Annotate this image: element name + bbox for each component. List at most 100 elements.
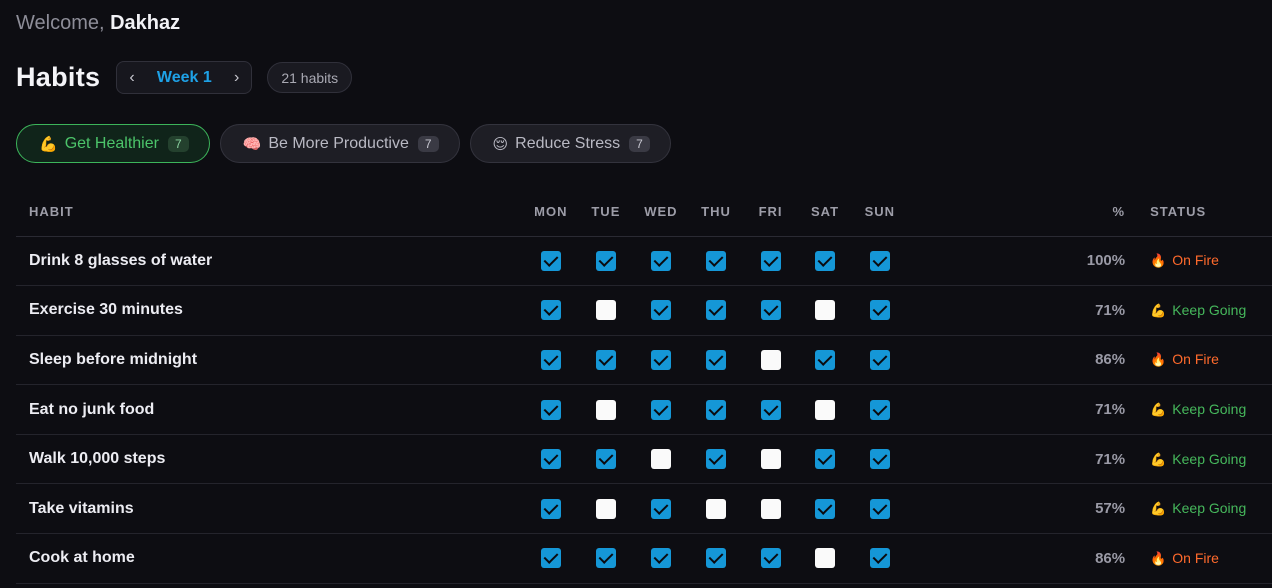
checkbox-wed[interactable] [650, 548, 671, 569]
day-cell-mon [523, 285, 579, 336]
category-tab-be-more-productive[interactable]: 🧠 Be More Productive 7 [219, 124, 460, 163]
checkbox-mon[interactable] [540, 399, 561, 420]
status-label: On Fire [1172, 252, 1219, 269]
checkbox-wed[interactable] [650, 449, 671, 470]
checkbox-fri[interactable] [760, 399, 781, 420]
checkbox-wed[interactable] [650, 399, 671, 420]
checkbox-thu[interactable] [705, 498, 726, 519]
habit-name: Walk 10,000 steps [16, 434, 524, 485]
checkbox-sat[interactable] [815, 349, 836, 370]
checkbox-sat[interactable] [815, 548, 836, 569]
checkbox-tue[interactable] [595, 300, 616, 321]
day-cell-mon [523, 335, 579, 386]
status-cell: 💪 Keep Going [1137, 384, 1272, 435]
day-cell-tue [578, 483, 634, 535]
day-cell-sat [797, 533, 853, 584]
checkbox-thu[interactable] [705, 300, 726, 321]
habit-table: HABIT MON TUE WED THU FRI SAT SUN% STATUS Drink … [16, 187, 1272, 584]
day-cell-sun [852, 384, 908, 435]
checkbox-thu[interactable] [705, 250, 726, 271]
checkbox-tue[interactable] [595, 250, 616, 271]
checkbox-sat[interactable] [815, 449, 836, 470]
chevron-left-icon[interactable]: ‹ [129, 69, 134, 87]
day-cell-thu [688, 483, 744, 535]
checkbox-thu[interactable] [705, 449, 726, 470]
day-cell-fri [743, 483, 798, 535]
fire-icon: 🔥 [1150, 253, 1167, 269]
checkbox-fri[interactable] [760, 548, 781, 569]
checkbox-tue[interactable] [595, 349, 616, 370]
completion-percent: 86% [907, 533, 1138, 584]
column-header-mon: MON [523, 187, 579, 237]
checkbox-wed[interactable] [650, 250, 671, 271]
day-cell-tue [578, 285, 634, 336]
day-cell-thu [688, 533, 744, 584]
checkbox-sun[interactable] [869, 399, 890, 420]
checkbox-fri[interactable] [760, 349, 781, 370]
checkbox-mon[interactable] [540, 548, 561, 569]
day-cell-thu [688, 384, 744, 435]
chevron-right-icon[interactable]: › [234, 69, 239, 87]
checkbox-sun[interactable] [869, 250, 890, 271]
category-tab-get-healthier[interactable]: 💪 Get Healthier 7 [16, 124, 210, 163]
flexed-arm-icon: 💪 [1150, 451, 1167, 467]
checkbox-tue[interactable] [595, 548, 616, 569]
week-navigator: ‹ Week 1 › [116, 61, 253, 94]
day-cell-tue [578, 434, 634, 485]
checkbox-sun[interactable] [869, 300, 890, 321]
category-tab-reduce-stress[interactable]: 😌 Reduce Stress 7 [469, 124, 671, 163]
completion-percent: 57% [907, 483, 1138, 535]
category-label: Reduce Stress [515, 134, 621, 152]
day-cell-sat [797, 335, 853, 386]
day-cell-tue [578, 384, 634, 435]
checkbox-mon[interactable] [540, 498, 561, 519]
checkbox-mon[interactable] [540, 449, 561, 470]
checkbox-thu[interactable] [705, 349, 726, 370]
day-cell-sat [797, 285, 853, 336]
checkbox-sat[interactable] [815, 498, 836, 519]
day-cell-sat [797, 434, 853, 485]
checkbox-wed[interactable] [650, 498, 671, 519]
flexed-arm-icon: 💪 [1150, 402, 1167, 418]
week-label: Week 1 [156, 68, 212, 86]
column-header-status: STATUS [1137, 187, 1272, 237]
column-header-tue: TUE [578, 187, 634, 237]
checkbox-wed[interactable] [650, 300, 671, 321]
checkbox-mon[interactable] [540, 349, 561, 370]
day-cell-sat [797, 483, 853, 535]
checkbox-mon[interactable] [540, 300, 561, 321]
status-label: On Fire [1172, 549, 1219, 566]
brain-icon: 🧠 [242, 135, 262, 153]
checkbox-fri[interactable] [760, 300, 781, 321]
checkbox-tue[interactable] [595, 498, 616, 519]
checkbox-mon[interactable] [540, 250, 561, 271]
checkbox-fri[interactable] [760, 250, 781, 271]
checkbox-wed[interactable] [650, 349, 671, 370]
day-cell-mon [523, 483, 579, 535]
checkbox-fri[interactable] [760, 498, 781, 519]
status-cell: 💪 Keep Going [1137, 483, 1272, 535]
day-cell-sun [852, 285, 908, 336]
checkbox-thu[interactable] [705, 548, 726, 569]
column-header-habit: HABIT [16, 187, 524, 237]
checkbox-sun[interactable] [869, 548, 890, 569]
checkbox-thu[interactable] [705, 399, 726, 420]
checkbox-sun[interactable] [869, 349, 890, 370]
checkbox-sun[interactable] [869, 449, 890, 470]
checkbox-tue[interactable] [595, 399, 616, 420]
day-cell-fri [743, 236, 798, 287]
day-cell-tue [578, 236, 634, 287]
status-cell: 💪 Keep Going [1137, 434, 1272, 485]
day-cell-thu [688, 285, 744, 336]
status-label: Keep Going [1172, 450, 1247, 467]
table-body: Drink 8 glasses of water 100% 🔥 On Fire Exer… [16, 236, 1272, 584]
day-cell-wed [633, 434, 689, 485]
checkbox-sat[interactable] [815, 250, 836, 271]
day-cell-wed [633, 236, 689, 287]
status-label: Keep Going [1172, 500, 1247, 517]
checkbox-sat[interactable] [815, 399, 836, 420]
checkbox-fri[interactable] [760, 449, 781, 470]
checkbox-sun[interactable] [869, 498, 890, 519]
checkbox-tue[interactable] [595, 449, 616, 470]
checkbox-sat[interactable] [815, 300, 836, 321]
